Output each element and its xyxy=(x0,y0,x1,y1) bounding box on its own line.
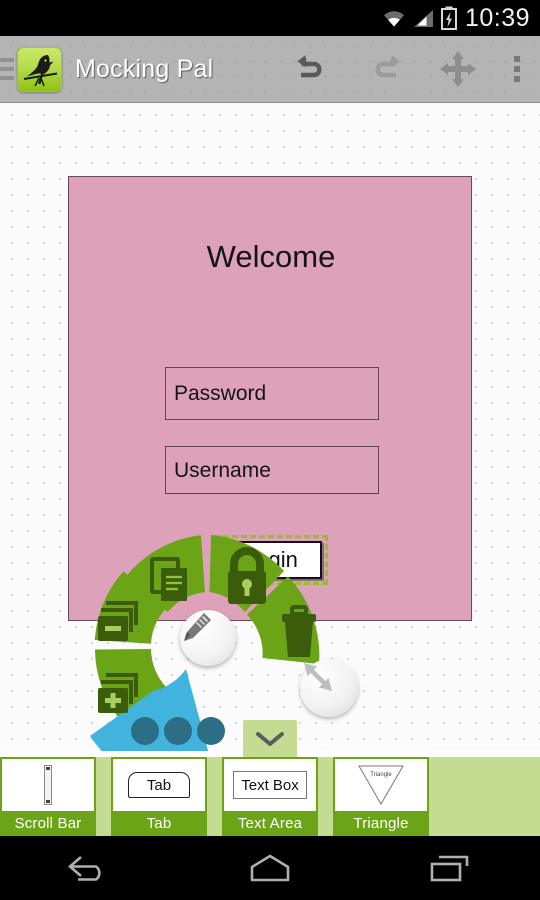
vertical-dots-icon xyxy=(514,56,520,82)
palette-item-label: Tab xyxy=(146,815,172,832)
mockingbird-logo-icon xyxy=(23,54,58,86)
home-icon xyxy=(250,854,290,882)
status-icon-group xyxy=(381,6,457,30)
status-bar: 10:39 xyxy=(0,0,540,36)
triangle-thumbnail: Triangle xyxy=(335,759,427,811)
status-bar-clock: 10:39 xyxy=(464,3,530,32)
app-logo[interactable] xyxy=(17,46,62,92)
textbox-shape: Text Box xyxy=(233,771,307,799)
wifi-icon xyxy=(383,11,404,27)
app-title: Mocking Pal xyxy=(75,54,214,83)
redo-button[interactable] xyxy=(348,36,421,103)
palette-item-text-area[interactable]: Text Box Text Area xyxy=(222,757,318,836)
undo-arrow-icon xyxy=(297,55,321,78)
redo-arrow-icon xyxy=(375,55,399,78)
back-button[interactable] xyxy=(30,836,150,900)
scrollbar-shape xyxy=(44,765,52,805)
three-dots-icon xyxy=(131,717,225,745)
action-bar-buttons xyxy=(275,36,540,103)
palette-item-label: Scroll Bar xyxy=(14,815,82,832)
pencil-icon xyxy=(184,613,211,641)
overflow-button[interactable] xyxy=(494,36,540,103)
app-root: 10:39 Mocking Pal Welcome Password Usern… xyxy=(0,0,540,900)
home-button[interactable] xyxy=(210,836,330,900)
pan-button[interactable] xyxy=(421,36,494,103)
recents-squares-icon xyxy=(430,855,469,882)
system-navigation-bar xyxy=(0,836,540,900)
radial-context-menu xyxy=(68,509,358,751)
mockup-heading: Welcome xyxy=(206,239,336,274)
diagonal-resize-arrow-icon xyxy=(304,663,332,691)
triangle-shape: Triangle xyxy=(358,765,404,805)
move-four-arrows-icon xyxy=(439,51,476,87)
palette-item-label: Triangle xyxy=(353,815,409,832)
mockup-password-field[interactable]: Password xyxy=(165,367,379,420)
edit-button[interactable] xyxy=(180,610,236,666)
hamburger-menu-icon[interactable] xyxy=(0,58,14,80)
palette-item-scroll-bar[interactable]: Scroll Bar xyxy=(0,757,96,836)
chevron-down-icon xyxy=(256,731,284,746)
back-arrow-icon xyxy=(68,856,101,881)
cellular-signal-icon xyxy=(413,10,433,27)
scrollbar-thumbnail xyxy=(2,759,94,811)
undo-button[interactable] xyxy=(275,36,348,103)
palette-item-label: Text Area xyxy=(237,815,303,832)
recents-button[interactable] xyxy=(390,836,510,900)
triangle-shape-label: Triangle xyxy=(370,772,392,778)
palette-item-triangle[interactable]: Triangle Triangle xyxy=(333,757,429,836)
resize-handle[interactable] xyxy=(300,659,358,717)
design-canvas[interactable]: Welcome Password Username Login xyxy=(0,103,540,751)
tab-thumbnail: Tab xyxy=(113,759,205,811)
palette-collapse-button[interactable] xyxy=(243,720,297,757)
tab-shape: Tab xyxy=(128,772,190,798)
textbox-thumbnail: Text Box xyxy=(224,759,316,811)
palette-item-tab[interactable]: Tab Tab xyxy=(111,757,207,836)
mockup-username-field[interactable]: Username xyxy=(165,446,379,494)
action-bar: Mocking Pal xyxy=(0,36,540,103)
widget-palette[interactable]: Scroll Bar Tab Tab Text Box Text Area Tr… xyxy=(0,757,540,836)
battery-charging-icon xyxy=(440,6,457,30)
